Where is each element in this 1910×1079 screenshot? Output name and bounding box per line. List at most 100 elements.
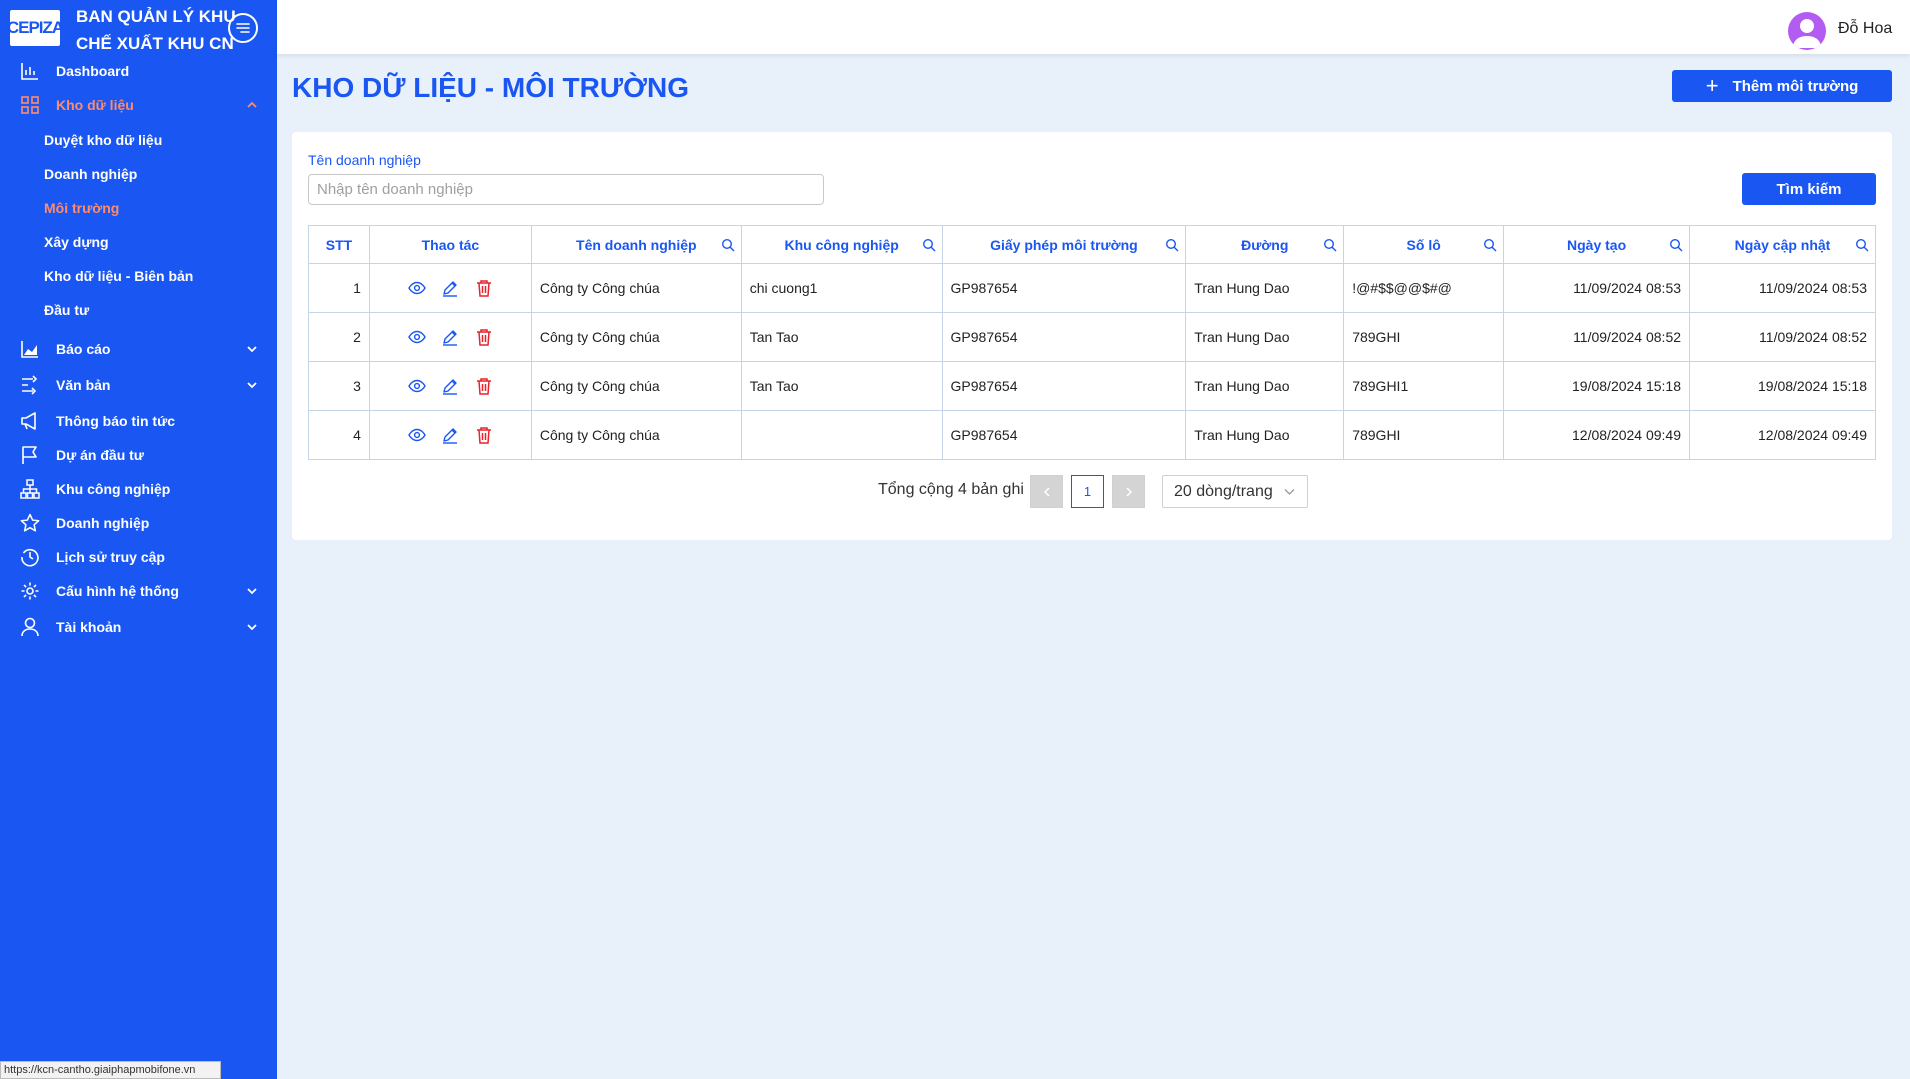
pagination-page-1[interactable]: 1 (1071, 475, 1104, 508)
sidebar-item-khu-cong-nghiep[interactable]: Khu công nghiệp (0, 473, 277, 505)
sidebar-item-label: Thông báo tin tức (56, 413, 176, 429)
page-title: KHO DỮ LIỆU - MÔI TRƯỜNG (292, 72, 689, 103)
top-bar (277, 0, 1910, 54)
sidebar-item-dashboard[interactable]: Dashboard (0, 55, 277, 87)
sidebar-item-tai-khoan[interactable]: Tài khoản (0, 611, 277, 643)
cell-actions (368, 312, 532, 362)
area-chart-icon (21, 341, 38, 358)
cell-actions (368, 361, 532, 411)
col-header-updated: Ngày cập nhật (1689, 225, 1876, 264)
org-name: BAN QUẢN LÝ KHU CHẾ XUẤT KHU CN (76, 7, 236, 53)
document-flow-icon (22, 375, 38, 395)
sidebar-item-label: Kho dữ liệu (56, 97, 134, 113)
company-name-label: Tên doanh nghiệp (308, 152, 421, 168)
pagination-total: Tổng cộng 4 bản ghi (878, 481, 1024, 498)
cell-street: Tran Hung Dao (1185, 410, 1345, 460)
cell-street: Tran Hung Dao (1185, 361, 1345, 411)
sidebar-subitem-doanh-nghiep[interactable]: Doanh nghiệp (0, 159, 277, 189)
add-environment-button[interactable]: + Thêm môi trường (1672, 70, 1892, 102)
column-search-icon[interactable] (721, 238, 735, 252)
cell-company: Công ty Công chúa (530, 312, 742, 362)
cell-stt: 2 (308, 312, 370, 362)
chevron-down-icon (247, 624, 257, 631)
data-table: STT Thao tác Tên doanh nghiệp Khu công n… (308, 225, 1876, 460)
column-search-icon[interactable] (1669, 238, 1683, 252)
user-name[interactable]: Đỗ Hoa (1838, 20, 1892, 38)
search-button[interactable]: Tìm kiếm (1742, 173, 1876, 205)
sitemap-icon (20, 479, 40, 499)
sidebar-subitem-moi-truong[interactable]: Môi trường (0, 193, 277, 223)
table-row: 1 Công ty Công chúa chi cuong1 GP987654 … (308, 263, 1876, 313)
sidebar-item-van-ban[interactable]: Văn bản (0, 369, 277, 401)
sidebar-item-lich-su[interactable]: Lịch sử truy cập (0, 541, 277, 573)
cell-lot: 789GHI (1343, 312, 1505, 362)
trash-icon[interactable] (475, 426, 493, 444)
grid-icon (21, 96, 39, 114)
sidebar-item-kho-du-lieu[interactable]: Kho dữ liệu (0, 89, 277, 121)
sidebar-subitem-bien-ban[interactable]: Kho dữ liệu - Biên bản (0, 261, 277, 291)
pencil-icon[interactable] (441, 426, 459, 444)
col-header-label: Ngày cập nhật (1734, 236, 1831, 253)
cell-created: 11/09/2024 08:53 (1503, 263, 1691, 313)
avatar[interactable] (1788, 12, 1826, 50)
cell-license: GP987654 (941, 410, 1187, 460)
star-icon (20, 513, 40, 532)
sidebar-item-label: Cấu hình hệ thống (56, 583, 179, 599)
cell-lot: 789GHI1 (1343, 361, 1505, 411)
eye-icon[interactable] (407, 328, 426, 346)
company-name-input[interactable] (308, 174, 824, 205)
flag-icon (22, 446, 37, 464)
column-search-icon[interactable] (1323, 238, 1337, 252)
logo[interactable]: CEPIZA (7, 10, 64, 46)
sidebar-subitem-xay-dung[interactable]: Xây dựng (0, 227, 277, 257)
column-search-icon[interactable] (1483, 238, 1497, 252)
column-search-icon[interactable] (922, 238, 936, 252)
sidebar-item-bao-cao[interactable]: Báo cáo (0, 333, 277, 365)
user-avatar-icon (1793, 19, 1821, 48)
col-header-industrial-zone: Khu công nghiệp (740, 225, 943, 264)
cell-industrial-zone: Tan Tao (740, 312, 943, 362)
sidebar-item-doanh-nghiep[interactable]: Doanh nghiệp (0, 507, 277, 539)
sidebar-item-label: Lịch sử truy cập (56, 549, 165, 565)
col-header-actions: Thao tác (368, 225, 532, 264)
pencil-icon[interactable] (441, 328, 459, 346)
sidebar-subitem-label: Duyệt kho dữ liệu (44, 132, 163, 148)
gear-icon (21, 582, 39, 600)
sidebar-item-du-an[interactable]: Dự án đầu tư (0, 439, 277, 471)
eye-icon[interactable] (407, 426, 426, 444)
cell-license: GP987654 (941, 361, 1187, 411)
column-search-icon[interactable] (1855, 238, 1869, 252)
col-header-label: Tên doanh nghiệp (576, 236, 697, 253)
cell-industrial-zone: chi cuong1 (740, 263, 943, 313)
table-header-row: STT Thao tác Tên doanh nghiệp Khu công n… (308, 225, 1876, 264)
trash-icon[interactable] (475, 279, 493, 297)
chevron-down-icon (1284, 489, 1295, 495)
megaphone-icon (21, 412, 36, 430)
cell-created: 19/08/2024 15:18 (1503, 361, 1691, 411)
cell-industrial-zone (740, 410, 943, 460)
trash-icon[interactable] (475, 377, 493, 395)
pagination-next-button[interactable] (1112, 475, 1145, 508)
cell-stt: 3 (308, 361, 370, 411)
sidebar-subitem-duyet-kho[interactable]: Duyệt kho dữ liệu (0, 125, 277, 155)
sidebar-item-label: Tài khoản (56, 619, 122, 635)
user-icon (21, 617, 39, 637)
pencil-icon[interactable] (441, 377, 459, 395)
trash-icon[interactable] (475, 328, 493, 346)
pencil-icon[interactable] (441, 279, 459, 297)
sidebar-subitem-dau-tu[interactable]: Đầu tư (0, 295, 277, 325)
sidebar-item-cau-hinh[interactable]: Cấu hình hệ thống (0, 575, 277, 607)
page-size-select[interactable]: 20 dòng/trang (1162, 475, 1308, 508)
eye-icon[interactable] (407, 377, 426, 395)
cell-actions (368, 263, 532, 313)
col-header-street: Đường (1185, 225, 1345, 264)
column-search-icon[interactable] (1165, 238, 1179, 252)
menu-toggle-icon[interactable] (228, 13, 258, 43)
eye-icon[interactable] (407, 279, 426, 297)
sidebar-subitem-label: Môi trường (44, 200, 120, 216)
bar-chart-icon (21, 63, 38, 80)
pagination-prev-button[interactable] (1030, 475, 1063, 508)
col-header-label: Ngày tạo (1567, 236, 1627, 253)
table-row: 2 Công ty Công chúa Tan Tao GP987654 Tra… (308, 312, 1876, 362)
sidebar-item-thong-bao[interactable]: Thông báo tin tức (0, 405, 277, 437)
